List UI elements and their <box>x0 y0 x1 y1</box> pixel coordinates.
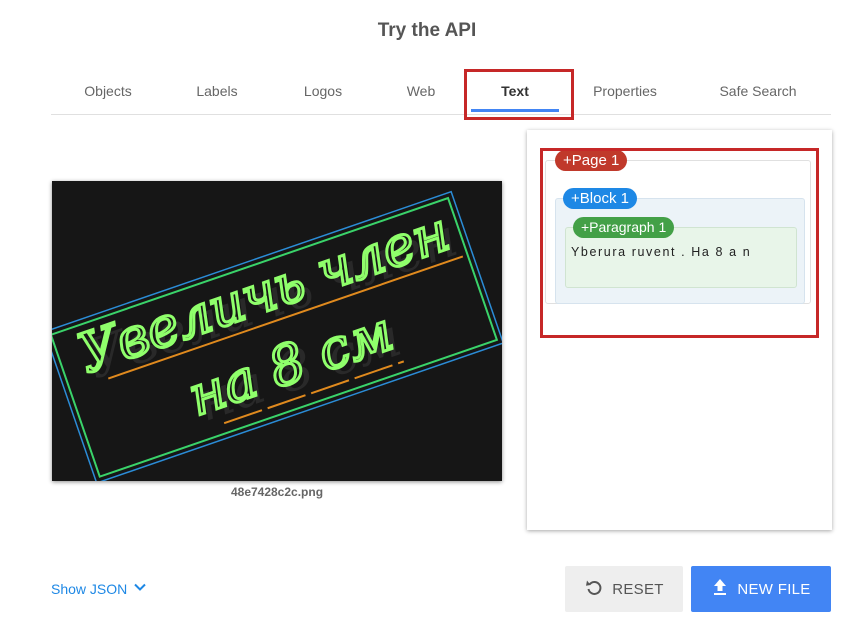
show-json-label: Show JSON <box>51 580 128 597</box>
results-highlight-box <box>540 148 819 338</box>
annotated-image-canvas: Увеличь член Увеличь член на 8 см на 8 с… <box>52 181 502 481</box>
tab-label: Logos <box>303 83 343 99</box>
reset-label: RESET <box>612 580 664 598</box>
uploaded-image: Увеличь член Увеличь член на 8 см на 8 с… <box>52 181 502 481</box>
tab-label: Objects <box>84 83 132 99</box>
upload-icon <box>711 577 729 601</box>
page-title: Try the API <box>377 20 477 41</box>
tab-label: Properties <box>593 83 657 99</box>
tab-labels[interactable]: Labels <box>165 70 269 114</box>
tab-properties[interactable]: Properties <box>565 70 685 114</box>
image-filename: 48e7428c2c.png <box>230 485 324 499</box>
show-json-toggle[interactable]: Show JSON <box>51 580 147 597</box>
tab-label: Safe Search <box>719 83 797 99</box>
tab-safe-search[interactable]: Safe Search <box>685 70 831 114</box>
chevron-down-icon <box>133 580 147 597</box>
tab-label: Web <box>406 83 436 99</box>
text-tab-highlight-box <box>464 69 574 120</box>
tab-bar: Objects Labels Logos Web Text Properties… <box>51 70 831 115</box>
new-file-label: NEW FILE <box>737 580 811 598</box>
tab-web[interactable]: Web <box>377 70 465 114</box>
tab-objects[interactable]: Objects <box>51 70 165 114</box>
tab-logos[interactable]: Logos <box>269 70 377 114</box>
reset-button[interactable]: RESET <box>565 566 683 612</box>
tab-label: Labels <box>196 83 238 99</box>
reset-icon <box>584 577 604 601</box>
new-file-button[interactable]: NEW FILE <box>691 566 831 612</box>
